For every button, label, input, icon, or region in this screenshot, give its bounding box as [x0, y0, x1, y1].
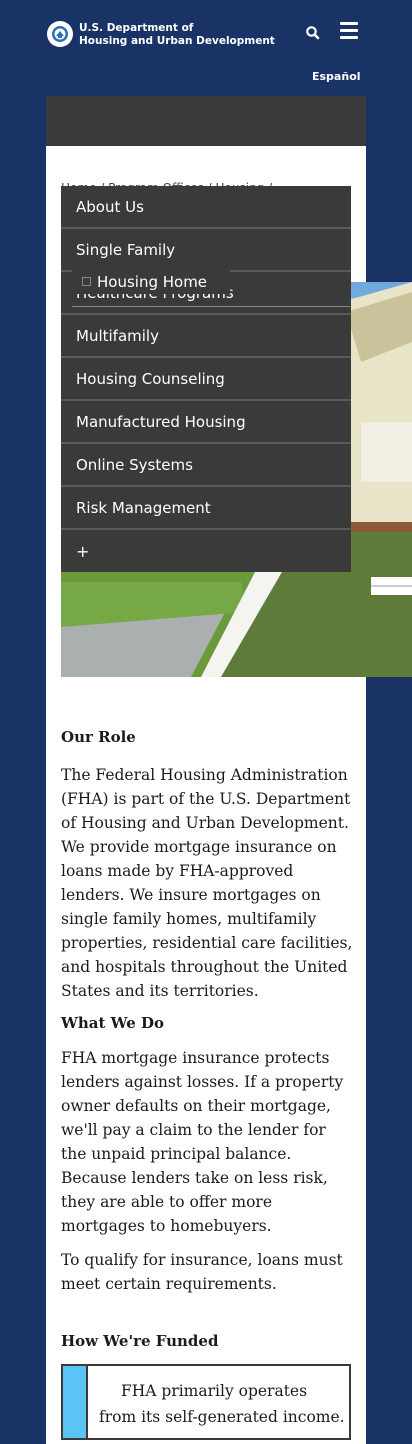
menu-item-label: Multifamily	[76, 326, 159, 345]
menu-item-label: About Us	[76, 197, 144, 216]
site-header: U.S. Department of Housing and Urban Dev…	[0, 0, 412, 96]
plus-icon: +	[76, 541, 90, 561]
agency-line-2: Housing and Urban Development	[79, 35, 275, 47]
menu-item-label: Housing Counseling	[76, 369, 225, 388]
checkbox-icon	[82, 277, 91, 286]
menu-item-housing-counseling[interactable]: Housing Counseling	[61, 358, 351, 401]
funded-heading: How We're Funded	[61, 1332, 219, 1350]
housing-home-link[interactable]: Housing Home	[72, 269, 230, 294]
menu-item-label: Risk Management	[76, 498, 211, 517]
agency-name[interactable]: U.S. Department of Housing and Urban Dev…	[79, 22, 275, 48]
menu-item-online-systems[interactable]: Online Systems	[61, 444, 351, 487]
funding-callout: FHA primarily operates from its self-gen…	[61, 1364, 351, 1440]
callout-accent-bar	[63, 1366, 88, 1438]
menu-item-label: Online Systems	[76, 455, 193, 474]
what-we-do-heading: What We Do	[61, 1014, 165, 1032]
top-nav-bar	[46, 96, 366, 146]
menu-item-single-family[interactable]: Single Family	[61, 229, 351, 272]
what-we-do-text: FHA mortgage insurance protects lenders …	[61, 1049, 344, 1235]
main-nav-menu: About Us Single Family Healthcare Progra…	[61, 186, 351, 572]
housing-home-label: Housing Home	[97, 272, 208, 291]
menu-item-label: Manufactured Housing	[76, 412, 246, 431]
qualify-text: To qualify for insurance, loans must mee…	[61, 1251, 343, 1293]
menu-item-about-us[interactable]: About Us	[61, 186, 351, 229]
agency-line-1: U.S. Department of	[79, 22, 194, 34]
language-link[interactable]: Español	[312, 70, 361, 83]
menu-item-multifamily[interactable]: Multifamily	[61, 315, 351, 358]
menu-item-label: Single Family	[76, 240, 176, 259]
hamburger-menu-icon[interactable]	[340, 22, 358, 40]
hud-seal-icon[interactable]	[47, 21, 73, 47]
menu-item-manufactured-housing[interactable]: Manufactured Housing	[61, 401, 351, 444]
menu-expand-button[interactable]: +	[61, 530, 351, 572]
our-role-text: The Federal Housing Administration (FHA)…	[61, 766, 353, 1000]
menu-item-risk-management[interactable]: Risk Management	[61, 487, 351, 530]
divider	[72, 306, 350, 307]
our-role-heading: Our Role	[61, 728, 136, 746]
callout-text: FHA primarily operates from its self-gen…	[99, 1382, 345, 1426]
search-icon[interactable]	[305, 25, 321, 41]
